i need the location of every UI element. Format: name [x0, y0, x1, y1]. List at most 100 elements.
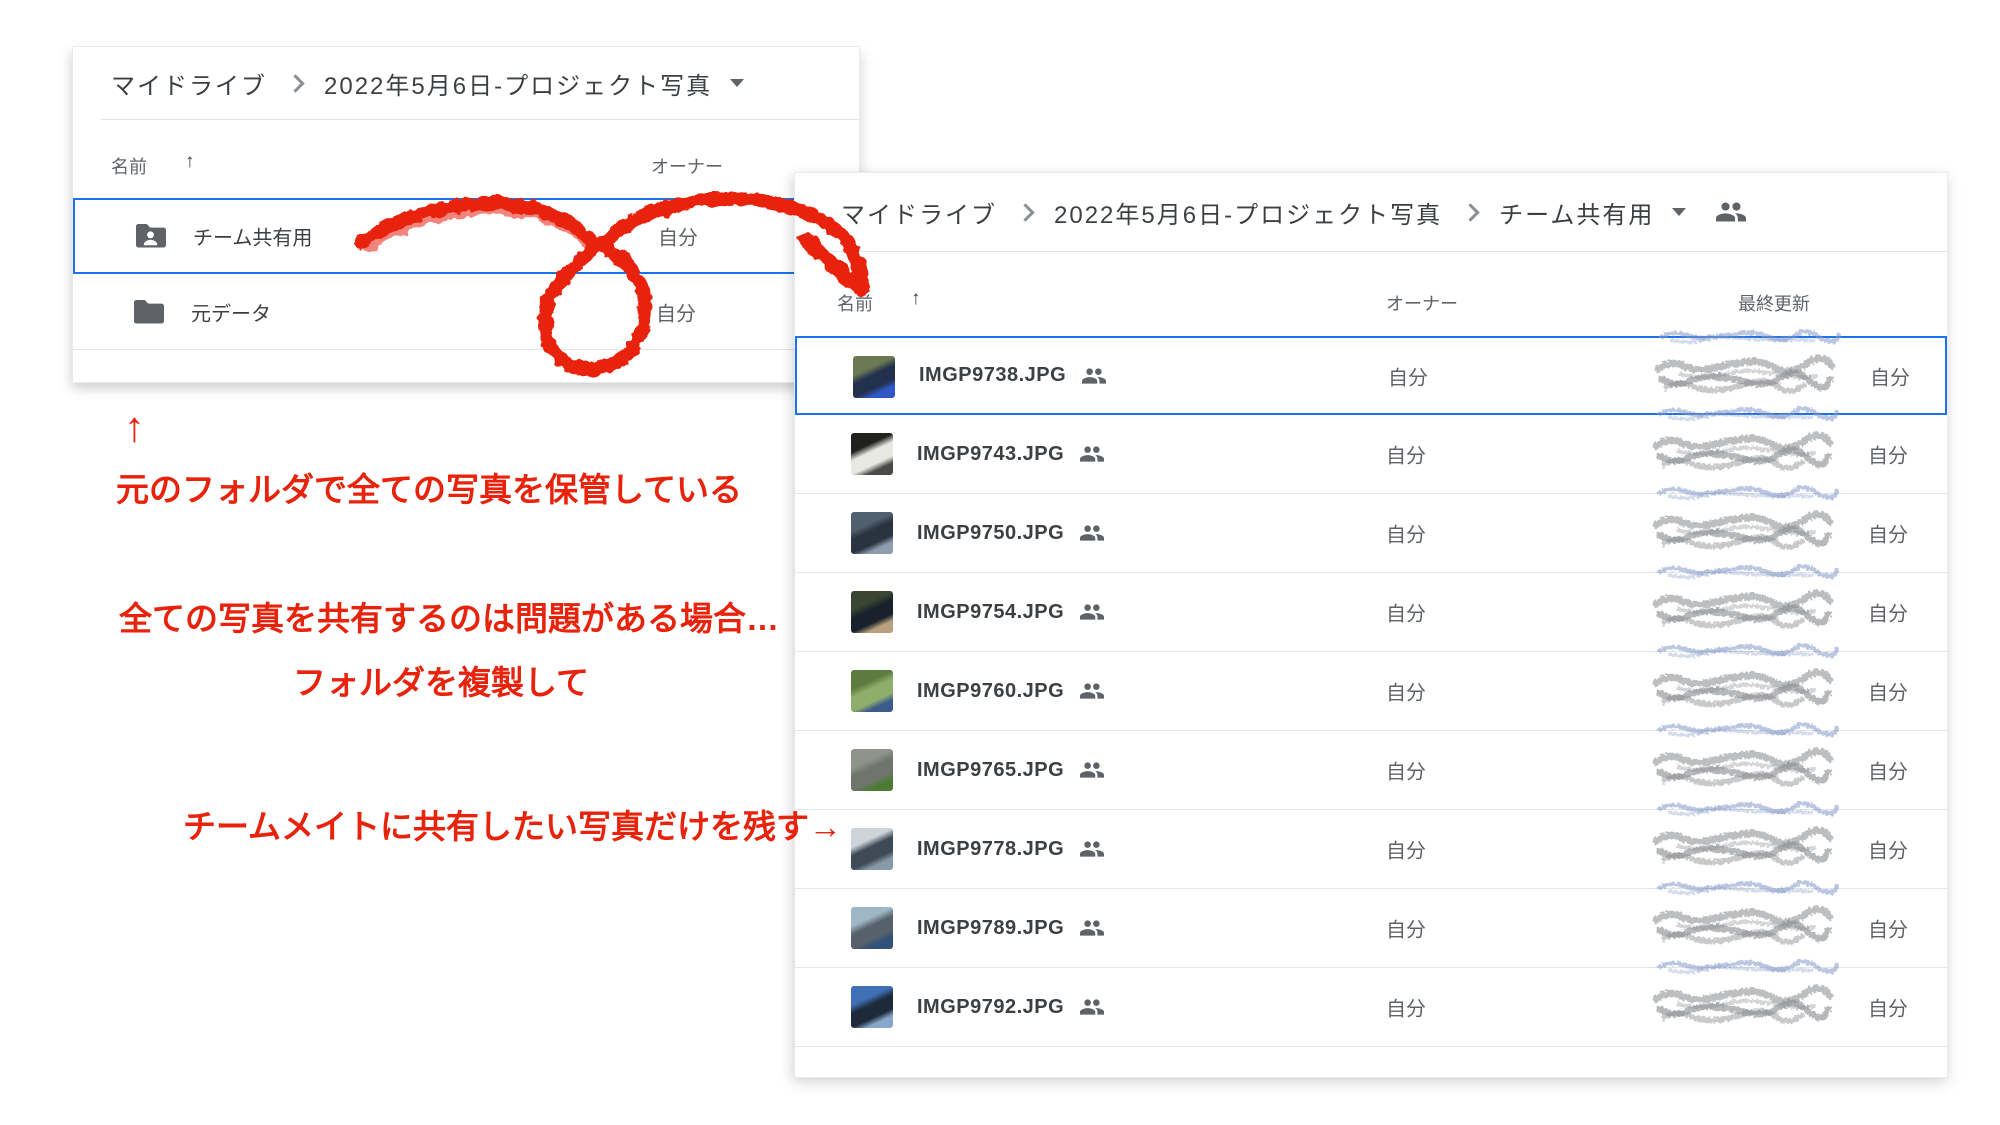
chevron-right-icon — [1461, 203, 1479, 221]
shared-people-icon — [1080, 603, 1104, 621]
folder-row-original-data[interactable]: 元データ 自分 — [73, 274, 859, 350]
shared-folder-icon — [133, 222, 167, 250]
shared-people-icon — [1082, 367, 1106, 385]
chevron-right-icon — [1016, 203, 1034, 221]
file-row[interactable]: IMGP9738.JPG 自分 自分 — [795, 336, 1947, 415]
redaction-scribble — [1648, 431, 1838, 477]
chevron-right-icon — [286, 74, 304, 92]
photo-thumbnail — [851, 670, 893, 712]
file-modified-by: 自分 — [1868, 756, 1908, 785]
shared-people-icon — [1080, 524, 1104, 542]
redaction-scribble — [1648, 826, 1838, 872]
photo-thumbnail — [851, 907, 893, 949]
file-modified-by: 自分 — [1868, 914, 1908, 943]
file-name: IMGP9792.JPG — [917, 996, 1064, 1019]
annotation-duplicate: フォルダを複製して — [293, 656, 589, 704]
file-modified-by: 自分 — [1868, 440, 1908, 469]
redaction-scribble — [1648, 668, 1838, 714]
shared-people-icon — [1080, 445, 1104, 463]
file-name: IMGP9760.JPG — [917, 680, 1064, 703]
folder-icon — [131, 298, 165, 326]
file-owner: 自分 — [1386, 914, 1426, 943]
file-row[interactable]: IMGP9792.JPG 自分 自分 — [795, 968, 1947, 1047]
redaction-scribble — [1657, 329, 1862, 345]
file-list: IMGP9738.JPG 自分 自分 IMGP9743.JPG 自分 自分 IM… — [795, 336, 1947, 1047]
photo-thumbnail — [851, 433, 893, 475]
redaction-scribble — [1648, 747, 1838, 793]
breadcrumb-item-team-share[interactable]: チーム共有用 — [1499, 195, 1654, 230]
file-owner: 自分 — [1386, 677, 1426, 706]
sort-ascending-icon[interactable]: ↑ — [911, 288, 921, 310]
photo-thumbnail — [851, 986, 893, 1028]
file-row[interactable]: IMGP9750.JPG 自分 自分 — [795, 494, 1947, 573]
shared-people-icon — [1080, 840, 1104, 858]
photo-thumbnail — [853, 356, 895, 398]
file-row[interactable]: IMGP9760.JPG 自分 自分 — [795, 652, 1947, 731]
chevron-down-icon[interactable] — [730, 79, 744, 87]
column-header-owner: オーナー — [1386, 290, 1458, 316]
file-owner: 自分 — [1386, 440, 1426, 469]
shared-people-icon — [1716, 201, 1746, 223]
divider — [821, 251, 1947, 252]
folder-owner: 自分 — [656, 297, 696, 326]
photo-thumbnail — [851, 749, 893, 791]
photo-thumbnail — [851, 512, 893, 554]
annotation-keep-only: チームメイトに共有したい写真だけを残す→ — [183, 800, 842, 848]
shared-people-icon — [1080, 682, 1104, 700]
annotation-keep-all: 元のフォルダで全ての写真を保管している — [116, 463, 742, 511]
annotation-problem-case: 全ての写真を共有するのは問題がある場合… — [119, 592, 779, 640]
folder-name: チーム共有用 — [193, 222, 312, 251]
column-header-last-modified: 最終更新 — [1738, 290, 1810, 316]
file-owner: 自分 — [1386, 519, 1426, 548]
file-modified-by: 自分 — [1868, 677, 1908, 706]
file-name: IMGP9738.JPG — [919, 364, 1066, 387]
redaction-scribble — [1648, 589, 1838, 635]
folder-name: 元データ — [191, 297, 271, 326]
file-row[interactable]: IMGP9765.JPG 自分 自分 — [795, 731, 1947, 810]
breadcrumb-item-my-drive[interactable]: マイドライブ — [111, 66, 267, 101]
file-modified-by: 自分 — [1868, 519, 1908, 548]
photo-thumbnail — [851, 591, 893, 633]
file-name: IMGP9765.JPG — [917, 759, 1064, 782]
divider — [101, 119, 859, 120]
photo-thumbnail — [851, 828, 893, 870]
file-modified-by: 自分 — [1870, 361, 1910, 390]
file-owner: 自分 — [1388, 361, 1428, 390]
breadcrumb: マイドライブ 2022年5月6日-プロジェクト写真 チーム共有用 — [795, 173, 1947, 251]
file-name: IMGP9754.JPG — [917, 601, 1064, 624]
chevron-down-icon[interactable] — [1672, 208, 1686, 216]
redaction-scribble — [1648, 905, 1838, 951]
file-owner: 自分 — [1386, 835, 1426, 864]
file-row[interactable]: IMGP9789.JPG 自分 自分 — [795, 889, 1947, 968]
file-name: IMGP9778.JPG — [917, 838, 1064, 861]
annotation-up-arrow: ↑ — [124, 403, 145, 451]
drive-window-source-folder: マイドライブ 2022年5月6日-プロジェクト写真 名前 ↑ オーナー チーム共… — [72, 46, 860, 383]
column-header-name[interactable]: 名前 — [111, 153, 147, 179]
breadcrumb-item-project-folder[interactable]: 2022年5月6日-プロジェクト写真 — [1054, 195, 1442, 230]
file-row[interactable]: IMGP9778.JPG 自分 自分 — [795, 810, 1947, 889]
redaction-scribble — [1650, 354, 1840, 400]
page: マイドライブ 2022年5月6日-プロジェクト写真 名前 ↑ オーナー チーム共… — [0, 0, 2000, 1125]
file-modified-by: 自分 — [1868, 993, 1908, 1022]
breadcrumb: マイドライブ 2022年5月6日-プロジェクト写真 — [73, 47, 859, 119]
sort-ascending-icon[interactable]: ↑ — [185, 151, 195, 173]
file-name: IMGP9750.JPG — [917, 522, 1064, 545]
file-owner: 自分 — [1386, 993, 1426, 1022]
file-name: IMGP9743.JPG — [917, 443, 1064, 466]
file-owner: 自分 — [1386, 756, 1426, 785]
file-row[interactable]: IMGP9754.JPG 自分 自分 — [795, 573, 1947, 652]
file-modified-by: 自分 — [1868, 598, 1908, 627]
column-header-owner: オーナー — [651, 153, 723, 179]
column-header-name[interactable]: 名前 — [837, 290, 873, 316]
file-owner: 自分 — [1386, 598, 1426, 627]
redaction-scribble — [1648, 510, 1838, 556]
file-row[interactable]: IMGP9743.JPG 自分 自分 — [795, 415, 1947, 494]
breadcrumb-item-my-drive[interactable]: マイドライブ — [841, 195, 997, 230]
file-name: IMGP9789.JPG — [917, 917, 1064, 940]
folder-owner: 自分 — [658, 222, 698, 251]
file-modified-by: 自分 — [1868, 835, 1908, 864]
breadcrumb-item-project-folder[interactable]: 2022年5月6日-プロジェクト写真 — [324, 66, 712, 101]
folder-row-team-share[interactable]: チーム共有用 自分 — [73, 198, 859, 274]
shared-people-icon — [1080, 761, 1104, 779]
shared-people-icon — [1080, 919, 1104, 937]
